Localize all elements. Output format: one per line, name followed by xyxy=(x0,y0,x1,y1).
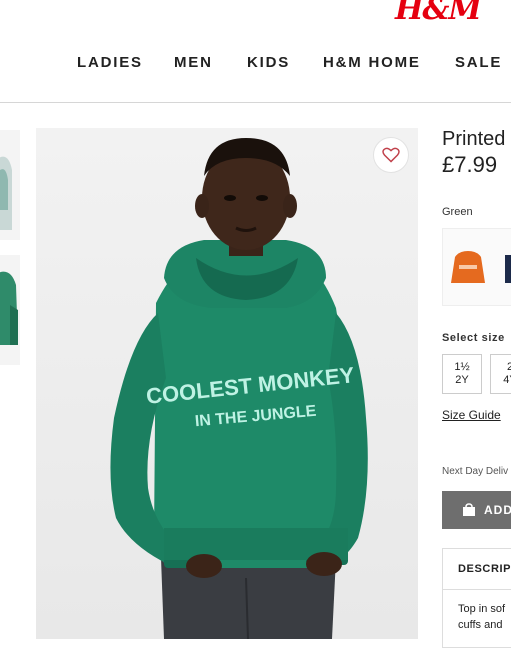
main-nav: LADIES MEN KIDS H&M HOME SALE xyxy=(0,54,511,74)
thumbnail-1[interactable] xyxy=(0,130,20,240)
favorite-button[interactable] xyxy=(373,137,409,173)
description-heading[interactable]: DESCRIPT xyxy=(458,563,511,575)
heart-icon xyxy=(382,147,400,163)
size-option-2-line1: 2 xyxy=(506,361,511,373)
product-price: £7.99 xyxy=(442,152,498,177)
thumbnail-2[interactable] xyxy=(0,255,20,365)
product-title: Printed xyxy=(442,128,506,150)
description-line-2: cuffs and xyxy=(458,619,503,631)
nav-item-home[interactable]: H&M HOME xyxy=(323,54,421,71)
add-to-bag-button[interactable]: ADD xyxy=(442,491,511,529)
size-label: Select size xyxy=(442,332,505,344)
size-option-1[interactable]: 1½ 2Y xyxy=(442,354,482,394)
add-button-label: ADD xyxy=(484,503,511,517)
nav-item-men[interactable]: MEN xyxy=(174,54,213,71)
size-option-2-line2: 4Y xyxy=(503,374,511,386)
thumbnail-strip xyxy=(0,130,22,370)
size-option-2[interactable]: 2 4Y xyxy=(490,354,511,394)
product-image[interactable]: COOLEST MONKEY IN THE JUNGLE xyxy=(36,128,418,639)
delivery-info: Next Day Deliv xyxy=(442,466,509,477)
hm-logo[interactable]: H&M xyxy=(395,0,482,27)
size-option-1-line1: 1½ xyxy=(454,361,470,373)
color-label: Green xyxy=(442,206,473,218)
swatch-orange[interactable] xyxy=(449,247,487,292)
nav-item-ladies[interactable]: LADIES xyxy=(77,54,143,71)
nav-item-sale[interactable]: SALE xyxy=(455,54,502,71)
description-text: Top in sof cuffs and xyxy=(458,601,511,633)
bag-icon xyxy=(463,503,475,516)
description-panel: DESCRIPT Top in sof cuffs and xyxy=(442,548,511,648)
header-divider xyxy=(0,102,511,103)
description-line-1: Top in sof xyxy=(458,603,506,615)
swatch-navy[interactable] xyxy=(505,255,511,283)
nav-item-kids[interactable]: KIDS xyxy=(247,54,290,71)
color-swatches xyxy=(442,228,511,306)
description-divider xyxy=(443,589,511,590)
size-guide-link[interactable]: Size Guide xyxy=(442,408,501,422)
size-option-1-line2: 2Y xyxy=(455,374,469,386)
